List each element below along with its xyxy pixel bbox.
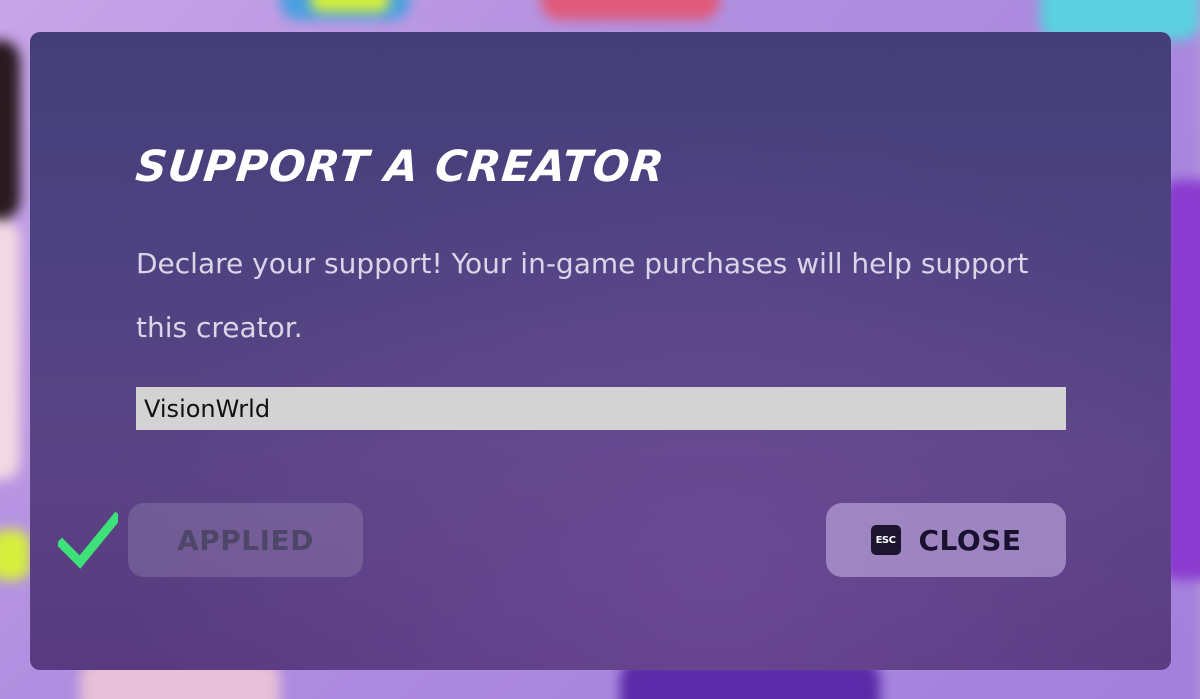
dialog-description: Declare your support! Your in-game purch… [136, 247, 1029, 344]
applied-button[interactable]: APPLIED [128, 503, 363, 577]
screen: SUPPORT A CREATOR Declare your support! … [0, 0, 1200, 699]
applied-button-label: APPLIED [177, 523, 314, 557]
support-creator-dialog: SUPPORT A CREATOR Declare your support! … [30, 32, 1171, 670]
dialog-title: SUPPORT A CREATOR [133, 142, 668, 192]
close-button-label: CLOSE [918, 523, 1022, 557]
check-icon [58, 511, 118, 569]
esc-key-icon: ESC [870, 525, 901, 555]
close-button[interactable]: ESC CLOSE [826, 503, 1066, 577]
creator-code-input[interactable] [136, 387, 1066, 430]
